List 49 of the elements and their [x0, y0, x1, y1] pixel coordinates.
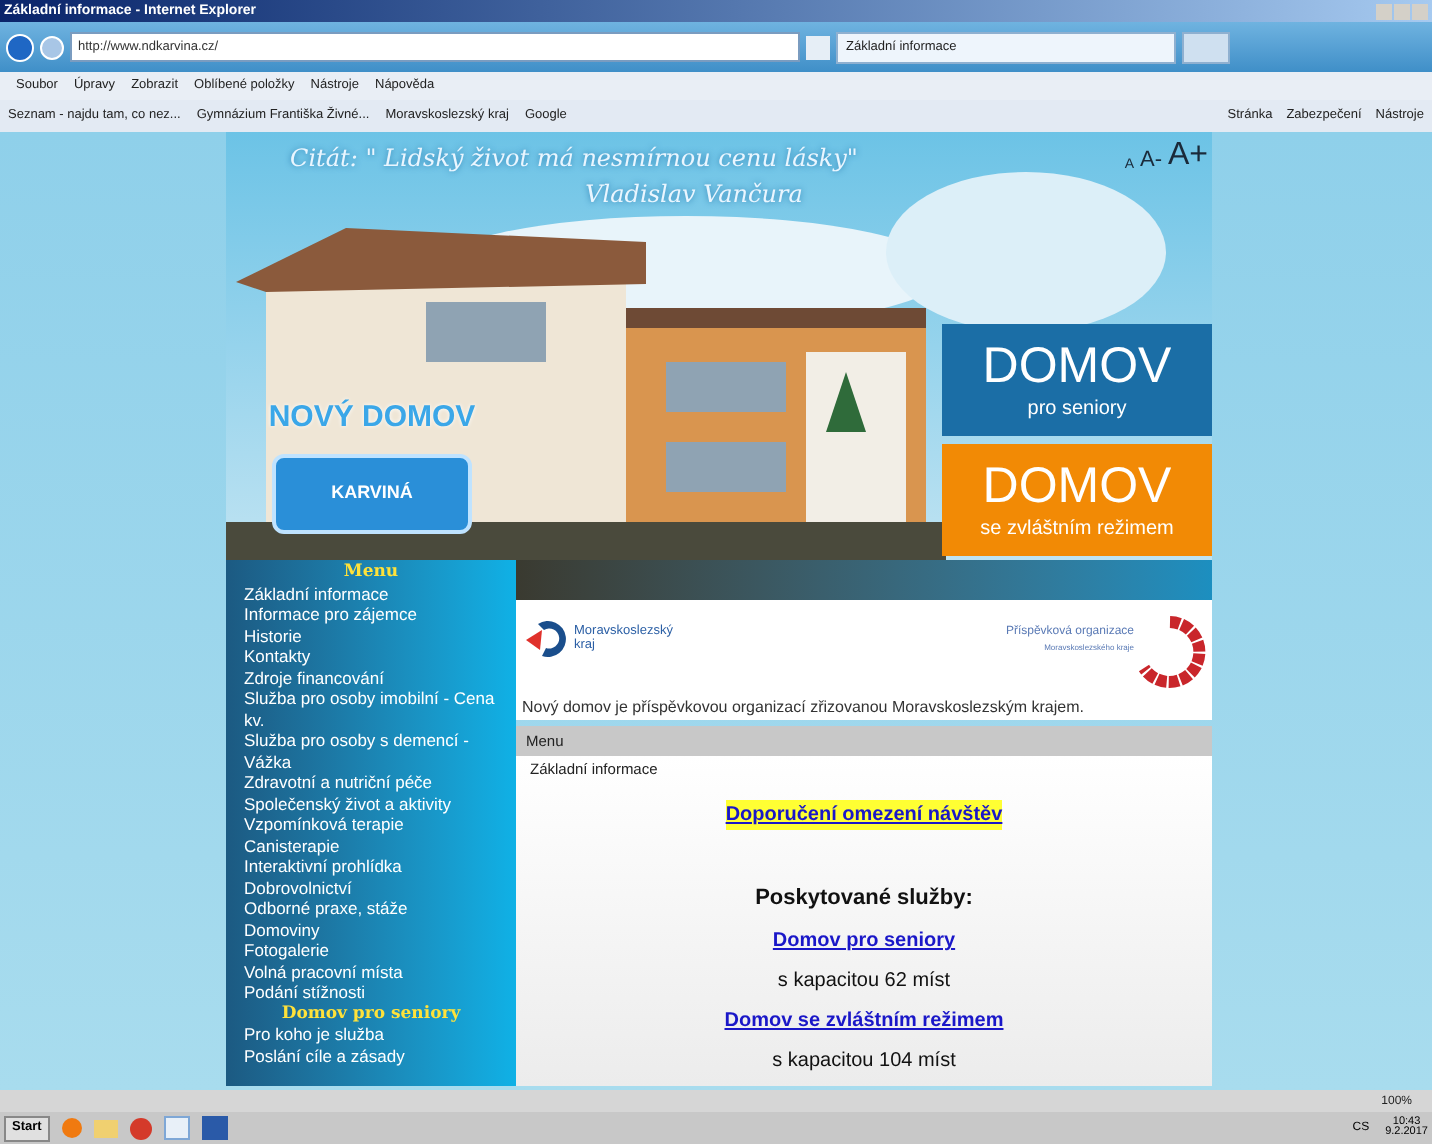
maximize-button[interactable]	[1394, 3, 1410, 19]
sidebar-item[interactable]: Volná pracovní místa	[244, 961, 498, 982]
service-link[interactable]: Domov se zvláštním režimem	[724, 1006, 1004, 1036]
ring-icon	[1134, 615, 1206, 688]
services-heading: Poskytované služby:	[755, 883, 973, 913]
sidebar-item[interactable]: Historie	[244, 625, 498, 646]
app-icon[interactable]	[129, 1117, 152, 1139]
quote: Citát: " Lidský život má nesmírnou cenu lásky"	[290, 142, 858, 176]
app-icon[interactable]	[61, 1118, 82, 1138]
sidebar-item[interactable]: Podání stížnosti	[244, 982, 498, 1003]
sidebar-item[interactable]: Informace pro zájemce	[244, 604, 498, 625]
notice-link[interactable]: Doporučení omezení návštěv	[725, 799, 1003, 829]
sidebar-item[interactable]: Společenský život a aktivity	[244, 793, 498, 814]
sidebar-item[interactable]: Interaktivní prohlídka	[244, 856, 498, 877]
sidebar-item[interactable]: Poslání cíle a zásady	[244, 1045, 498, 1066]
sidebar-item[interactable]: Vzpomínková terapie	[244, 814, 498, 835]
back-button[interactable]	[6, 33, 34, 61]
sidebar-item[interactable]: Dobrovolnictví	[244, 877, 498, 898]
service-link[interactable]: Domov pro seniory	[772, 926, 956, 956]
sidebar-item[interactable]: Fotogalerie	[244, 940, 498, 961]
minimize-button[interactable]	[1376, 3, 1392, 19]
sidebar-item[interactable]: Služba pro osoby s demencí - Vážka	[244, 730, 498, 772]
font-size-button[interactable]: A-	[1139, 150, 1162, 172]
sidebar-item[interactable]: Kontakty	[244, 646, 498, 667]
refresh-button[interactable]	[806, 35, 830, 59]
sidebar-item[interactable]: Základní informace	[244, 583, 498, 604]
sidebar-item[interactable]: Odborné praxe, stáže	[244, 898, 498, 919]
sidebar-item[interactable]: Zdravotní a nutriční péče	[244, 772, 498, 793]
capacity-text: s kapacitou 104 míst	[772, 1048, 956, 1076]
app-icon[interactable]	[163, 1116, 190, 1140]
quote-author: Vladislav Vančura	[585, 178, 803, 212]
caption: Nový domov je příspěvkovou organizací zřizovanou Moravskoslezským krajem.	[522, 695, 1086, 720]
sidebar-item[interactable]: Služba pro osoby imobilní - Cena kv.	[244, 688, 498, 730]
sidebar-item[interactable]: Canisterapie	[244, 835, 498, 856]
region-logo-icon	[522, 615, 570, 660]
close-button[interactable]	[1412, 3, 1428, 19]
font-size-button[interactable]: A+	[1167, 140, 1208, 172]
sidebar-item[interactable]: Zdroje financování	[244, 667, 498, 688]
sidebar-item[interactable]: Domoviny	[244, 919, 498, 940]
sidebar-heading: Domov pro seniory	[279, 1003, 463, 1024]
sidebar-heading: Menu	[341, 562, 401, 583]
service-tile[interactable]: DOMOV pro seniory	[942, 324, 1212, 436]
capacity-text: s kapacitou 62 míst	[777, 968, 951, 996]
forward-button[interactable]	[40, 35, 64, 59]
sidebar-item[interactable]: Pro koho je služba	[244, 1024, 498, 1045]
new-tab-button[interactable]	[1182, 31, 1230, 63]
app-icon[interactable]	[201, 1116, 228, 1140]
logo-city: KARVINÁ	[331, 479, 413, 506]
logo-title: NOVÝ DOMOV	[268, 397, 476, 438]
